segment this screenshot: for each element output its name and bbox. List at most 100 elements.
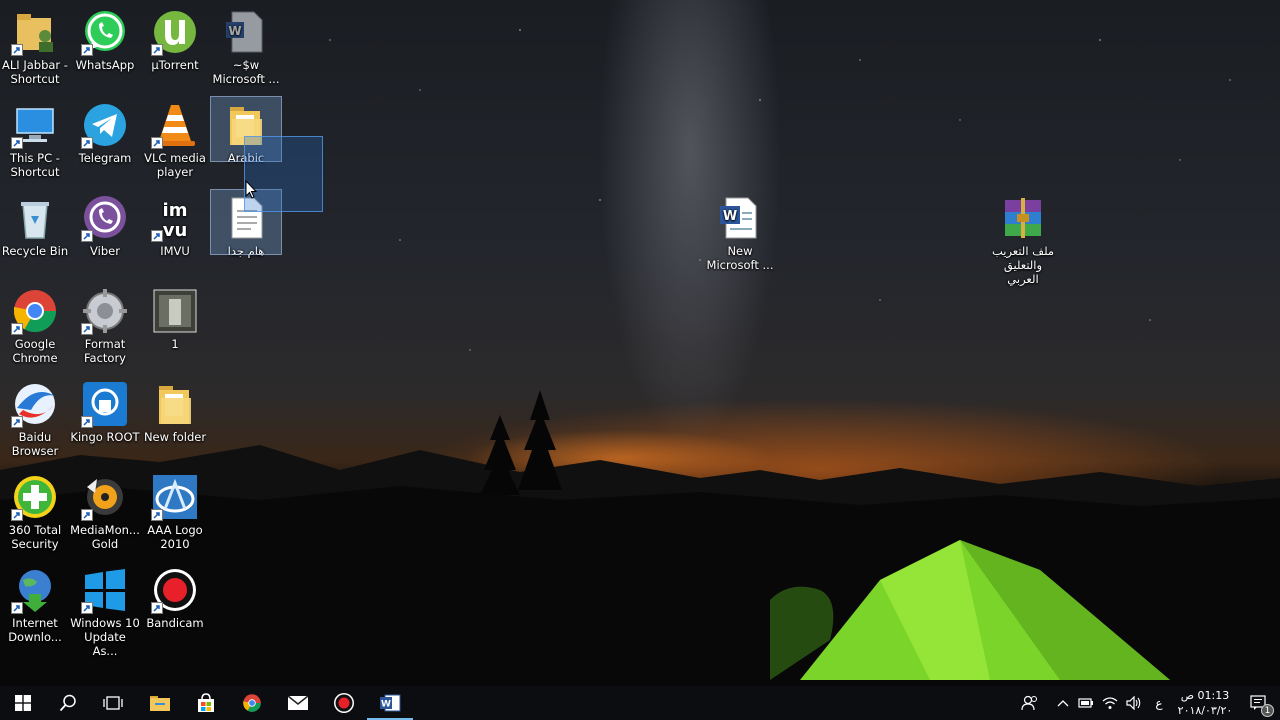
bandicam-record-icon (334, 693, 354, 713)
desktop-icon-bandicam[interactable]: Bandicam (140, 562, 210, 630)
taskbar-mail[interactable] (275, 686, 321, 720)
start-button[interactable] (0, 686, 46, 720)
idm-globe-icon (11, 566, 59, 614)
shortcut-arrow-icon (11, 137, 23, 149)
kingo-root-icon (81, 380, 129, 428)
search-icon (59, 694, 76, 712)
vlc-cone-icon (151, 101, 199, 149)
task-view-button[interactable] (90, 686, 136, 720)
whatsapp-icon (81, 8, 129, 56)
desktop-icon-label: IMVU (160, 244, 190, 258)
desktop-icon-label: This PC - Shortcut (10, 151, 60, 179)
wifi-icon (1102, 697, 1118, 709)
desktop-icon-label: Viber (90, 244, 120, 258)
file-explorer-icon (150, 696, 170, 711)
people-button[interactable] (1016, 686, 1044, 720)
shortcut-arrow-icon (151, 44, 163, 56)
taskbar-store[interactable] (183, 686, 229, 720)
desktop-icon-rar-archive[interactable]: ملف التعريب والتعليق العربي (988, 190, 1058, 286)
desktop-icon-ali-jabbar[interactable]: ALI Jabbar - Shortcut (0, 4, 70, 86)
desktop-icon-360-total-security[interactable]: 360 Total Security (0, 469, 70, 551)
shortcut-arrow-icon (81, 137, 93, 149)
desktop-icon-baidu-browser[interactable]: Baidu Browser (0, 376, 70, 458)
desktop-icon-label: ملف التعريب والتعليق العربي (991, 244, 1055, 286)
recycle-bin-icon (11, 194, 59, 242)
desktop-icon-kingo-root[interactable]: Kingo ROOT (70, 376, 140, 444)
desktop-icon-new-folder[interactable]: New folder (140, 376, 210, 444)
people-icon (1021, 695, 1037, 711)
windows-logo-icon (81, 566, 129, 614)
desktop-icon-label: Bandicam (146, 616, 204, 630)
desktop-icon-viber[interactable]: Viber (70, 190, 140, 258)
desktop-icon-label: Google Chrome (12, 337, 58, 365)
shortcut-arrow-icon (151, 509, 163, 521)
desktop-icon-label: Format Factory (83, 337, 126, 365)
windows-start-icon (15, 695, 31, 711)
svg-text:W: W (381, 700, 391, 710)
shortcut-arrow-icon (11, 44, 23, 56)
shortcut-arrow-icon (81, 44, 93, 56)
desktop-icon-chrome[interactable]: Google Chrome (0, 283, 70, 365)
taskbar-bandicam[interactable] (321, 686, 367, 720)
desktop-icon-utorrent[interactable]: µTorrent (140, 4, 210, 72)
mail-envelope-icon (287, 695, 309, 710)
desktop-icon-label: New folder (143, 430, 207, 444)
clock[interactable]: 01:13 ص ٢٠١٨/٠٣/٢٠ (1172, 688, 1238, 718)
telegram-icon (81, 101, 129, 149)
show-hidden-icons-button[interactable] (1052, 686, 1074, 720)
battery-button[interactable] (1074, 686, 1098, 720)
desktop-icon-internet-download-manager[interactable]: Internet Downlo... (0, 562, 70, 644)
shortcut-arrow-icon (81, 509, 93, 521)
search-button[interactable] (46, 686, 90, 720)
winrar-archive-icon (999, 194, 1047, 242)
bandicam-icon (151, 566, 199, 614)
shortcut-arrow-icon (81, 323, 93, 335)
desktop-icon-label: WhatsApp (75, 58, 135, 72)
desktop-icon-word-temp-file[interactable]: W ~$w Microsoft ... (211, 4, 281, 86)
format-factory-icon (81, 287, 129, 335)
folder-icon (151, 380, 199, 428)
input-language-indicator[interactable]: ع (1148, 686, 1170, 720)
shortcut-arrow-icon (151, 137, 163, 149)
chrome-icon (243, 694, 261, 712)
utorrent-icon (151, 8, 199, 56)
desktop-icon-label: ~$w Microsoft ... (212, 58, 280, 86)
chevron-up-icon (1057, 700, 1069, 707)
desktop-icon-telegram[interactable]: Telegram (70, 97, 140, 165)
desktop-icon-label: MediaMon... Gold (70, 523, 140, 551)
taskbar: W ع 01:13 ص ٢٠١٨/٠٣/٢٠ 1 (0, 686, 1280, 720)
shortcut-arrow-icon (11, 416, 23, 428)
desktop-icon-new-word-document[interactable]: W New Microsoft ... (705, 190, 775, 272)
shortcut-arrow-icon (81, 602, 93, 614)
desktop-icon-mediamonkey[interactable]: MediaMon... Gold (70, 469, 140, 551)
desktop-icon-format-factory[interactable]: Format Factory (70, 283, 140, 365)
taskbar-chrome[interactable] (229, 686, 275, 720)
desktop-icon-label: AAA Logo 2010 (147, 523, 203, 551)
360-security-icon (11, 473, 59, 521)
svg-text:im: im (163, 200, 188, 221)
viber-icon (81, 194, 129, 242)
notification-count-badge: 1 (1261, 704, 1274, 717)
desktop-icon-windows-10-update-assistant[interactable]: Windows 10 Update As... (70, 562, 140, 658)
word-document-icon: W (716, 194, 764, 242)
action-center-button[interactable]: 1 (1242, 686, 1274, 720)
image-thumbnail-icon (151, 287, 199, 335)
desktop-icon-aaa-logo[interactable]: AAA Logo 2010 (140, 469, 210, 551)
desktop-icon-recycle-bin[interactable]: Recycle Bin (0, 190, 70, 258)
desktop-icon-this-pc[interactable]: This PC - Shortcut (0, 97, 70, 179)
network-button[interactable] (1098, 686, 1122, 720)
desktop-icon-label: 360 Total Security (8, 523, 62, 551)
desktop-icon-label: New Microsoft ... (706, 244, 774, 272)
desktop-icon-whatsapp[interactable]: WhatsApp (70, 4, 140, 72)
desktop-icon-label: µTorrent (151, 58, 199, 72)
desktop-icon-vlc[interactable]: VLC media player (140, 97, 210, 179)
volume-button[interactable] (1122, 686, 1146, 720)
desktop-icon-image-1[interactable]: 1 (140, 283, 210, 351)
task-view-icon (103, 696, 123, 710)
desktop-icon-imvu[interactable]: im vu IMVU (140, 190, 210, 258)
desktop-icon-label: VLC media player (144, 151, 206, 179)
clock-time: 01:13 ص (1180, 689, 1230, 702)
shortcut-arrow-icon (11, 323, 23, 335)
taskbar-file-explorer[interactable] (137, 686, 183, 720)
taskbar-word[interactable]: W (367, 686, 413, 720)
